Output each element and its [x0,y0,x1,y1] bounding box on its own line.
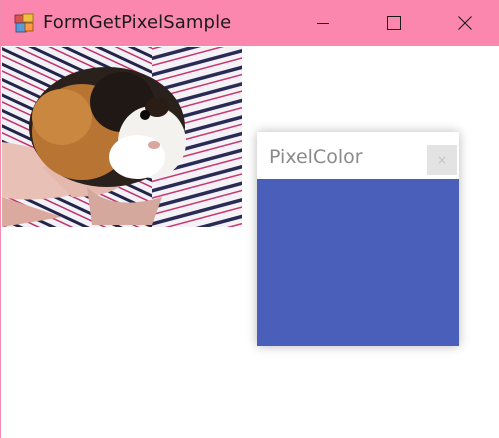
popup-close-button[interactable]: × [427,145,457,175]
close-icon: × [436,153,448,167]
maximize-icon [387,16,401,30]
pixel-color-swatch [257,179,459,346]
title-bar[interactable]: FormGetPixelSample [1,0,499,46]
guinea-pig-photo[interactable] [2,47,242,227]
pixel-color-popup: PixelColor × [257,132,459,346]
app-icon [14,13,34,33]
maximize-button[interactable] [371,0,417,46]
close-button[interactable] [442,0,488,46]
close-icon [458,16,472,30]
photo-image [2,47,242,227]
window-title: FormGetPixelSample [43,12,232,33]
minimize-button[interactable] [300,0,346,46]
minimize-icon [317,23,329,24]
popup-title: PixelColor [269,146,363,168]
form-client-area: PixelColor × [2,46,499,438]
app-window: FormGetPixelSample PixelColor × [0,0,499,438]
